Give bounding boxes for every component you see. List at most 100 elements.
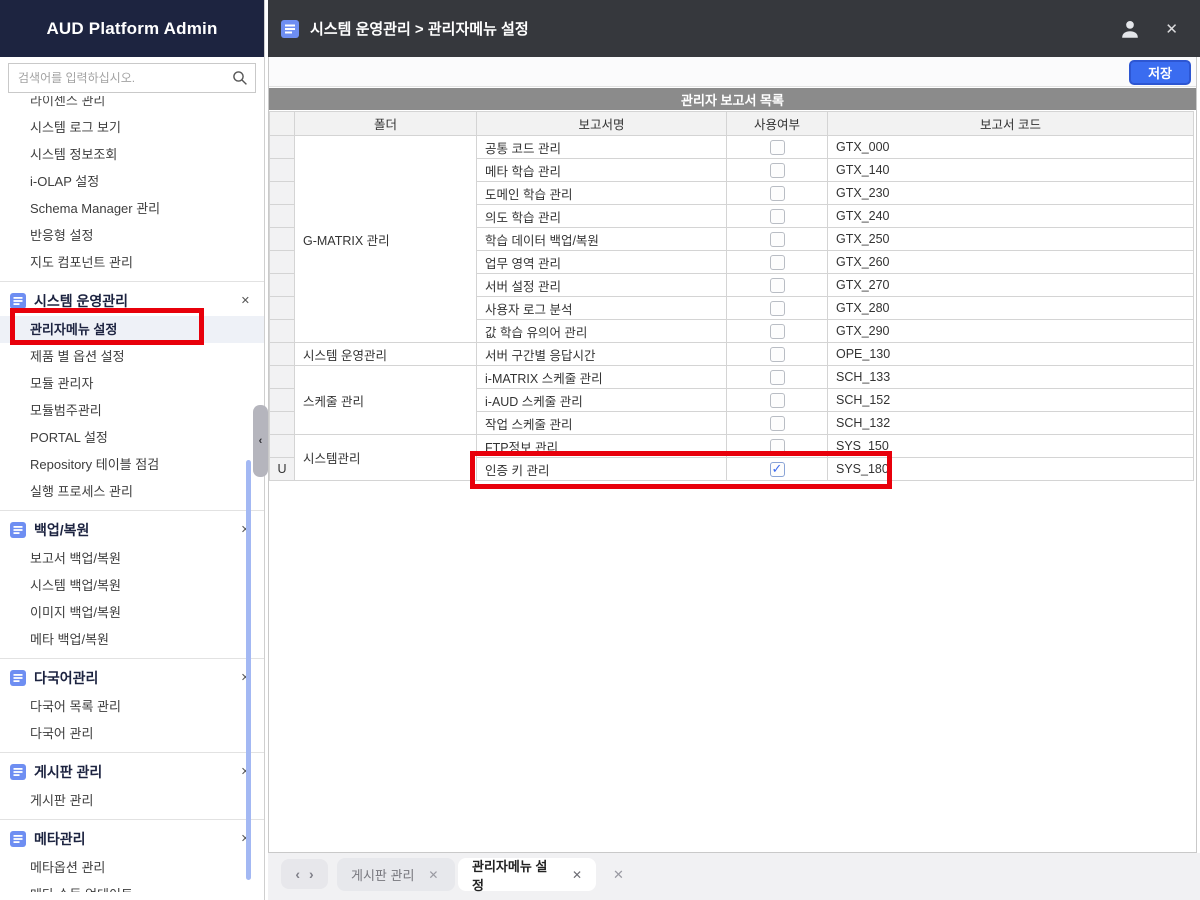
divider [0,819,264,820]
report-name-cell: 메타 학습 관리 [477,159,727,182]
main-area: 시스템 운영관리 > 관리자메뉴 설정 ✕ 저장 관리자 보고서 목록 [268,0,1200,900]
report-code-cell: SCH_152 [828,389,1194,412]
table-row: 시스템관리 FTP정보 관리 SYS_150 [270,435,1194,458]
sidebar-item-multilang-manage[interactable]: 다국어 관리 [0,720,264,747]
sidebar-item-admin-menu-setting[interactable]: 관리자메뉴 설정 [0,316,264,343]
col-report-code: 보고서 코드 [828,112,1194,136]
menu-icon [10,764,26,780]
sidebar-item-image-backup[interactable]: 이미지 백업/복원 [0,599,264,626]
close-icon[interactable]: ✕ [572,868,582,882]
sidebar-item-product-option[interactable]: 제품 별 옵션 설정 [0,343,264,370]
sidebar-item-report-backup[interactable]: 보고서 백업/복원 [0,545,264,572]
report-code-cell: SCH_133 [828,366,1194,389]
use-checkbox[interactable] [770,416,785,431]
sidebar: AUD Platform Admin 라이센스 관리 시스템 로그 보기 시스템… [0,0,265,900]
row-marker [270,297,295,320]
close-icon[interactable]: ✕ [428,868,438,882]
sidebar-section-backup[interactable]: 백업/복원 ✕ [0,514,264,545]
use-checkbox[interactable] [770,232,785,247]
report-name-cell: 의도 학습 관리 [477,205,727,228]
sidebar-item-module-admin[interactable]: 모듈 관리자 [0,370,264,397]
sidebar-item-system-log[interactable]: 시스템 로그 보기 [0,114,264,141]
use-flag-cell [727,366,828,389]
tab-scroll-nav: ‹ › [281,859,328,889]
sidebar-item-multilang-list[interactable]: 다국어 목록 관리 [0,693,264,720]
sidebar-item-responsive[interactable]: 반응형 설정 [0,222,264,249]
report-code-cell: GTX_260 [828,251,1194,274]
col-use-flag: 사용여부 [727,112,828,136]
top-bar: 시스템 운영관리 > 관리자메뉴 설정 ✕ [268,0,1200,57]
use-checkbox[interactable] [770,439,785,454]
use-checkbox[interactable] [770,301,785,316]
use-checkbox[interactable] [770,186,785,201]
use-flag-cell [727,458,828,481]
sidebar-section-board[interactable]: 게시판 관리 ✕ [0,756,264,787]
section-title: 시스템 운영관리 [34,291,128,311]
grid-panel-title: 관리자 보고서 목록 [269,88,1196,110]
use-checkbox[interactable] [770,370,785,385]
sidebar-item-system-info[interactable]: 시스템 정보조회 [0,141,264,168]
tab-prev-icon[interactable]: ‹ [295,866,300,882]
sidebar-item-repository-check[interactable]: Repository 테이블 점검 [0,451,264,478]
sidebar-item-portal-setting[interactable]: PORTAL 설정 [0,424,264,451]
close-icon[interactable]: ✕ [613,867,624,883]
use-checkbox[interactable] [770,393,785,408]
report-name-cell: FTP정보 관리 [477,435,727,458]
use-checkbox[interactable] [770,324,785,339]
sidebar-item-meta-manual-update[interactable]: 메타 수동 업데이트 [0,881,264,892]
sidebar-item-meta-option[interactable]: 메타옵션 관리 [0,854,264,881]
col-folder: 폴더 [295,112,477,136]
use-flag-cell [727,274,828,297]
section-title: 메타관리 [34,829,86,849]
report-code-cell: SYS_180 [828,458,1194,481]
app-header: AUD Platform Admin [0,0,264,57]
use-checkbox[interactable] [770,255,785,270]
sidebar-item-map-component[interactable]: 지도 컴포넌트 관리 [0,249,264,276]
user-icon[interactable] [1119,18,1141,40]
use-checkbox[interactable] [770,140,785,155]
use-checkbox[interactable] [770,347,785,362]
sidebar-item-iolap[interactable]: i-OLAP 설정 [0,168,264,195]
row-marker [270,366,295,389]
sidebar-scrollbar[interactable] [246,460,251,880]
sidebar-section-system-ops[interactable]: 시스템 운영관리 ✕ [0,285,264,316]
tab-next-icon[interactable]: › [309,866,314,882]
panel-collapse-handle[interactable]: ‹ [253,405,268,477]
close-icon[interactable]: ✕ [241,294,250,307]
table-row: 스케줄 관리 i-MATRIX 스케줄 관리 SCH_133 [270,366,1194,389]
row-marker [270,205,295,228]
sidebar-search [8,63,256,93]
report-name-cell: 학습 데이터 백업/복원 [477,228,727,251]
divider [0,510,264,511]
report-code-cell: GTX_280 [828,297,1194,320]
sidebar-item-exec-process[interactable]: 실행 프로세스 관리 [0,478,264,505]
sidebar-item-system-backup[interactable]: 시스템 백업/복원 [0,572,264,599]
sidebar-item-license[interactable]: 라이센스 관리 [0,96,264,114]
close-icon[interactable]: ✕ [1165,20,1178,38]
use-checkbox[interactable] [770,278,785,293]
sidebar-item-meta-backup[interactable]: 메타 백업/복원 [0,626,264,653]
use-flag-cell [727,343,828,366]
tab-admin-menu-setting[interactable]: 관리자메뉴 설정 ✕ [458,858,596,891]
sidebar-item-schema-manager[interactable]: Schema Manager 관리 [0,195,264,222]
bottom-tab-bar: ‹ › 게시판 관리 ✕ 관리자메뉴 설정 ✕ ✕ [268,853,1200,900]
divider [0,752,264,753]
search-input[interactable] [8,63,256,93]
row-marker [270,159,295,182]
use-checkbox[interactable] [770,462,785,477]
sidebar-section-multilang[interactable]: 다국어관리 ✕ [0,662,264,693]
use-checkbox[interactable] [770,163,785,178]
use-checkbox[interactable] [770,209,785,224]
breadcrumb: 시스템 운영관리 > 관리자메뉴 설정 [310,18,529,39]
report-name-cell: 서버 구간별 응답시간 [477,343,727,366]
save-button[interactable]: 저장 [1129,60,1191,85]
menu-icon [10,670,26,686]
report-name-cell: 공통 코드 관리 [477,136,727,159]
sidebar-item-board-manage[interactable]: 게시판 관리 [0,787,264,814]
sidebar-section-meta[interactable]: 메타관리 ✕ [0,823,264,854]
section-title: 다국어관리 [34,668,98,688]
sidebar-item-module-category[interactable]: 모듈범주관리 [0,397,264,424]
report-code-cell: OPE_130 [828,343,1194,366]
work-panel: 저장 관리자 보고서 목록 폴더 보고서명 사용여부 보고서 코드 [268,57,1197,853]
tab-board-manage[interactable]: 게시판 관리 ✕ [337,858,455,891]
